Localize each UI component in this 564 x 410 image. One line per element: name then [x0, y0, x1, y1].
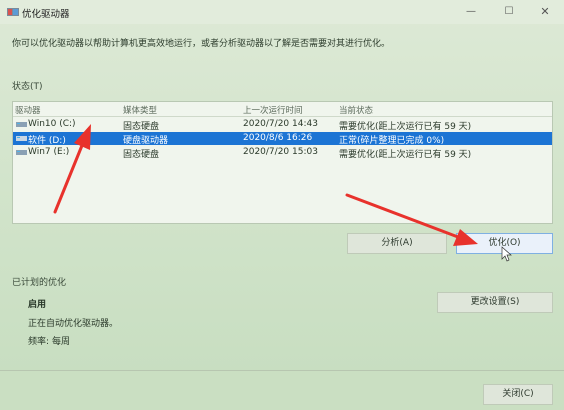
schedule-state: 启用	[28, 300, 47, 310]
last-run-time: 2020/7/20 14:43	[243, 119, 318, 129]
schedule-running-text: 正在自动优化驱动器。	[28, 319, 119, 329]
current-status: 需要优化(距上次运行已有 59 天)	[339, 150, 472, 160]
table-row-selected[interactable]: 软件 (D:) 硬盘驱动器 2020/8/6 16:26 正常(碎片整理已完成 …	[13, 132, 552, 146]
column-header-last-run[interactable]: 上一次运行时间	[243, 104, 303, 116]
media-type: 硬盘驱动器	[123, 136, 169, 146]
close-button[interactable]: 关闭(C)	[483, 384, 553, 405]
column-header-status[interactable]: 当前状态	[339, 104, 373, 116]
current-status: 需要优化(距上次运行已有 59 天)	[339, 122, 472, 132]
list-header: 驱动器 媒体类型 上一次运行时间 当前状态	[13, 102, 552, 117]
window-title: 优化驱动器	[22, 9, 70, 20]
drive-list[interactable]: 驱动器 媒体类型 上一次运行时间 当前状态 Win10 (C:) 固态硬盘 20…	[12, 101, 553, 224]
analyze-button[interactable]: 分析(A)	[347, 233, 447, 254]
description-text: 你可以优化驱动器以帮助计算机更高效地运行，或者分析驱动器以了解是否需要对其进行优…	[12, 39, 391, 49]
media-type: 固态硬盘	[123, 122, 160, 132]
last-run-time: 2020/8/6 16:26	[243, 133, 313, 143]
frequency-value: 每周	[52, 337, 71, 347]
footer	[0, 371, 564, 410]
drive-icon	[16, 136, 27, 141]
current-status: 正常(碎片整理已完成 0%)	[339, 136, 445, 146]
defrag-icon	[7, 8, 19, 16]
drive-name: 软件 (D:)	[28, 136, 66, 146]
last-run-time: 2020/7/20 15:03	[243, 147, 318, 157]
drive-icon	[16, 122, 27, 127]
close-window-button[interactable]: ✕	[530, 3, 560, 21]
column-header-drive[interactable]: 驱动器	[15, 104, 41, 116]
drive-icon	[16, 150, 27, 155]
table-row[interactable]: Win10 (C:) 固态硬盘 2020/7/20 14:43 需要优化(距上次…	[13, 118, 552, 132]
optimize-button[interactable]: 优化(O)	[456, 233, 553, 254]
media-type: 固态硬盘	[123, 150, 160, 160]
frequency-label: 频率:	[28, 337, 50, 347]
status-label: 状态(T)	[12, 82, 43, 92]
title-bar: 优化驱动器 — ☐ ✕	[0, 0, 564, 24]
table-row[interactable]: Win7 (E:) 固态硬盘 2020/7/20 15:03 需要优化(距上次运…	[13, 146, 552, 160]
minimize-button[interactable]: —	[456, 3, 486, 21]
scheduled-optimization-label: 已计划的优化	[12, 278, 67, 288]
drive-name: Win10 (C:)	[28, 119, 76, 129]
maximize-button[interactable]: ☐	[494, 3, 524, 21]
column-header-media[interactable]: 媒体类型	[123, 104, 157, 116]
change-settings-button[interactable]: 更改设置(S)	[437, 292, 553, 313]
drive-name: Win7 (E:)	[28, 147, 70, 157]
schedule-frequency: 频率: 每周	[28, 334, 70, 347]
